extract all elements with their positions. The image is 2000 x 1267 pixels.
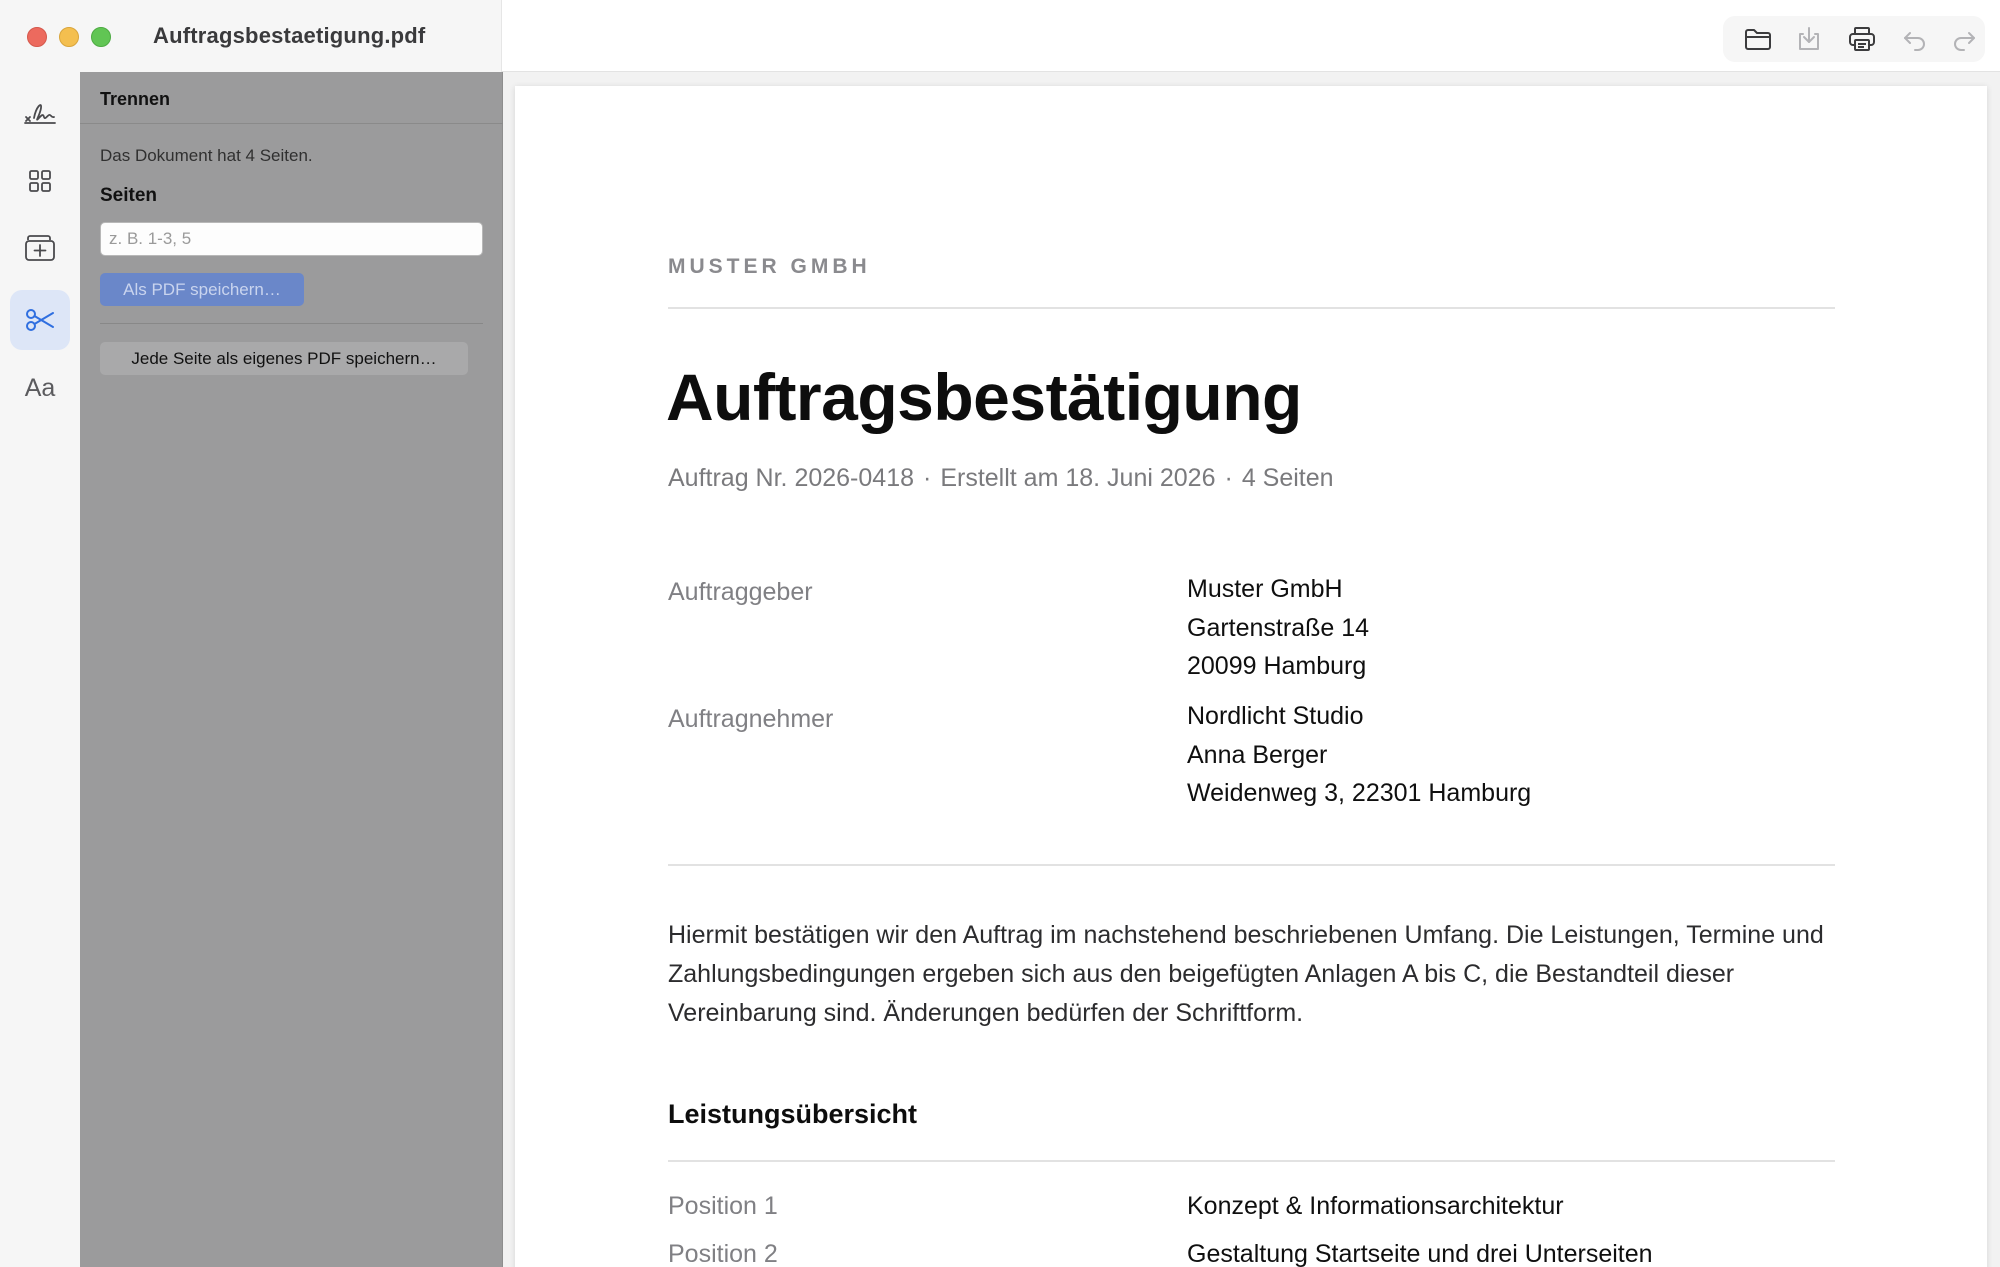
tool-rail: Aa	[0, 72, 80, 1267]
address-line: Weidenweg 3, 22301 Hamburg	[1187, 779, 1532, 807]
section-title: Leistungsübersicht	[668, 1099, 918, 1129]
add-page-button[interactable]	[10, 218, 70, 278]
panel-title: Trennen	[100, 89, 171, 109]
contractor-address: Nordlicht Studio Anna Berger Weidenweg 3…	[1187, 697, 1531, 813]
print-icon[interactable]	[1847, 25, 1877, 53]
client-label: Auftraggeber	[668, 578, 813, 606]
thumbnails-button[interactable]	[10, 151, 70, 211]
section-rule	[668, 864, 1835, 866]
grid-icon	[29, 170, 51, 192]
document-viewer[interactable]: MUSTER GMBH Auftragsbestätigung Auftrag …	[503, 72, 2000, 1267]
client-address: Muster GmbH Gartenstraße 14 20099 Hambur…	[1187, 570, 1369, 686]
address-line: Anna Berger	[1187, 740, 1328, 769]
close-window-button[interactable]	[27, 27, 47, 47]
download-icon[interactable]	[1794, 25, 1824, 53]
pages-label: Seiten	[100, 185, 158, 206]
created-date: Erstellt am 18. Juni 2026	[940, 464, 1216, 492]
zoom-window-button[interactable]	[91, 27, 111, 47]
document-meta: Auftrag Nr. 2026-0418 · Erstellt am 18. Ju…	[668, 464, 1334, 493]
undo-icon[interactable]	[1900, 25, 1930, 53]
address-line: 20099 Hamburg	[1187, 652, 1367, 680]
position-value: Gestaltung Startseite und drei Unterseit…	[1187, 1240, 1653, 1267]
folder-icon[interactable]	[1743, 25, 1773, 53]
table-rule	[668, 1160, 1835, 1162]
window-title: Auftragsbestaetigung.pdf	[153, 23, 426, 48]
company-name: MUSTER GMBH	[668, 255, 871, 278]
signature-button[interactable]	[10, 83, 70, 143]
address-line: Gartenstraße 14	[1187, 613, 1370, 642]
address-line: Nordlicht Studio	[1187, 702, 1364, 730]
panel-header: Trennen	[80, 72, 503, 124]
position-value: Konzept & Informationsarchitektur	[1187, 1192, 1564, 1220]
text-format-icon: Aa	[24, 373, 56, 402]
panel-divider	[100, 323, 483, 324]
add-page-icon	[25, 235, 55, 261]
title-bar: Auftragsbestaetigung.pdf	[0, 0, 2000, 72]
page-count: 4 Seiten	[1241, 464, 1334, 492]
minimize-window-button[interactable]	[59, 27, 79, 47]
meta-separator: ·	[1224, 464, 1233, 492]
pages-input[interactable]	[100, 222, 483, 256]
split-panel: Trennen Das Dokument hat 4 Seiten. Seite…	[80, 72, 503, 1267]
redo-icon[interactable]	[1949, 25, 1979, 53]
header-rule	[668, 307, 1835, 309]
save-each-page-button[interactable]: Jede Seite als eigenes PDF speichern…	[100, 342, 468, 375]
document-page: MUSTER GMBH Auftragsbestätigung Auftrag …	[515, 86, 1987, 1267]
signature-icon	[24, 104, 56, 124]
scissors-icon	[26, 309, 54, 331]
order-number: Auftrag Nr. 2026-0418	[668, 464, 914, 492]
confirmation-text: Hiermit bestätigen wir den Auftrag im na…	[668, 921, 1824, 1027]
toolbar	[1723, 16, 1985, 62]
page-count-info: Das Dokument hat 4 Seiten.	[100, 146, 313, 165]
position-label: Position 2	[668, 1240, 778, 1267]
position-label: Position 1	[668, 1192, 778, 1220]
title-bar-left: Auftragsbestaetigung.pdf	[0, 0, 502, 72]
document-title: Auftragsbestätigung	[666, 360, 1302, 434]
split-button[interactable]	[10, 290, 70, 350]
save-as-pdf-button[interactable]: Als PDF speichern…	[100, 273, 304, 306]
address-line: Muster GmbH	[1187, 575, 1343, 603]
text-format-button[interactable]: Aa	[10, 358, 70, 418]
meta-separator: ·	[923, 464, 932, 492]
contractor-label: Auftragnehmer	[668, 705, 834, 733]
